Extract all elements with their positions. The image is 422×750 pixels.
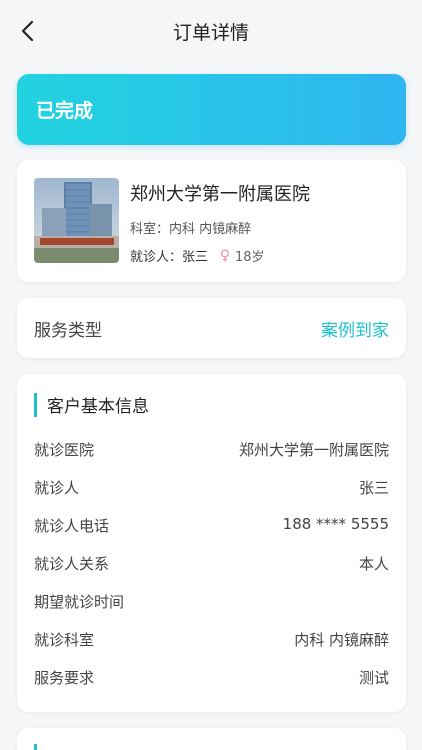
service-type-value: 案例到家 xyxy=(321,320,389,341)
customer-info-card: 客户基本信息 就诊医院 郑州大学第一附属医院 就诊人 张三 就诊人电话 188 … xyxy=(17,374,406,712)
status-banner: 已完成 xyxy=(17,74,406,145)
hospital-name: 郑州大学第一附属医院 xyxy=(130,184,310,205)
info-label: 就诊医院 xyxy=(34,441,95,459)
info-row: 就诊人关系 本人 xyxy=(34,553,389,574)
info-row: 服务要求 测试 xyxy=(34,667,389,688)
info-value: 测试 xyxy=(358,669,389,687)
section-accent-bar xyxy=(34,744,37,750)
hospital-card[interactable]: 郑州大学第一附属医院 科室：内科 内镜麻醉 就诊人：张三 18岁 xyxy=(17,160,406,282)
age-text: 18岁 xyxy=(235,250,265,265)
info-label: 期望就诊时间 xyxy=(34,593,125,611)
info-label: 就诊科室 xyxy=(34,631,95,649)
hospital-image xyxy=(34,178,119,263)
back-icon[interactable] xyxy=(14,18,40,44)
status-label: 已完成 xyxy=(36,100,94,122)
patient-line: 就诊人：张三 18岁 xyxy=(130,246,265,265)
info-label: 服务要求 xyxy=(34,669,95,687)
info-row: 就诊科室 内科 内镜麻醉 xyxy=(34,629,389,650)
info-value: 内科 内镜麻醉 xyxy=(294,631,389,649)
hospital-department: 科室：内科 内镜麻醉 xyxy=(130,222,252,237)
patient-age: 18岁 xyxy=(220,246,265,265)
info-label: 就诊人关系 xyxy=(34,555,110,573)
info-label: 就诊人 xyxy=(34,479,80,497)
info-value: 188 **** 5555 xyxy=(282,515,389,533)
next-section-card xyxy=(17,728,406,750)
nav-bar: 订单详情 xyxy=(0,0,422,62)
info-row: 期望就诊时间 xyxy=(34,591,389,612)
info-row: 就诊医院 郑州大学第一附属医院 xyxy=(34,439,389,460)
female-icon xyxy=(220,249,230,262)
section-title: 客户基本信息 xyxy=(47,397,149,417)
info-value: 郑州大学第一附属医院 xyxy=(238,441,389,459)
info-value: 本人 xyxy=(358,555,389,573)
section-accent-bar xyxy=(34,392,37,417)
patient-name: 就诊人：张三 xyxy=(130,250,209,265)
info-row: 就诊人 张三 xyxy=(34,477,389,498)
info-row: 就诊人电话 188 **** 5555 xyxy=(34,515,389,536)
service-type-card: 服务类型 案例到家 xyxy=(17,298,406,358)
info-value: 张三 xyxy=(358,479,389,497)
service-type-label: 服务类型 xyxy=(34,320,102,341)
info-label: 就诊人电话 xyxy=(34,517,110,535)
page-title: 订单详情 xyxy=(172,21,249,44)
section-header: 客户基本信息 xyxy=(34,392,149,417)
